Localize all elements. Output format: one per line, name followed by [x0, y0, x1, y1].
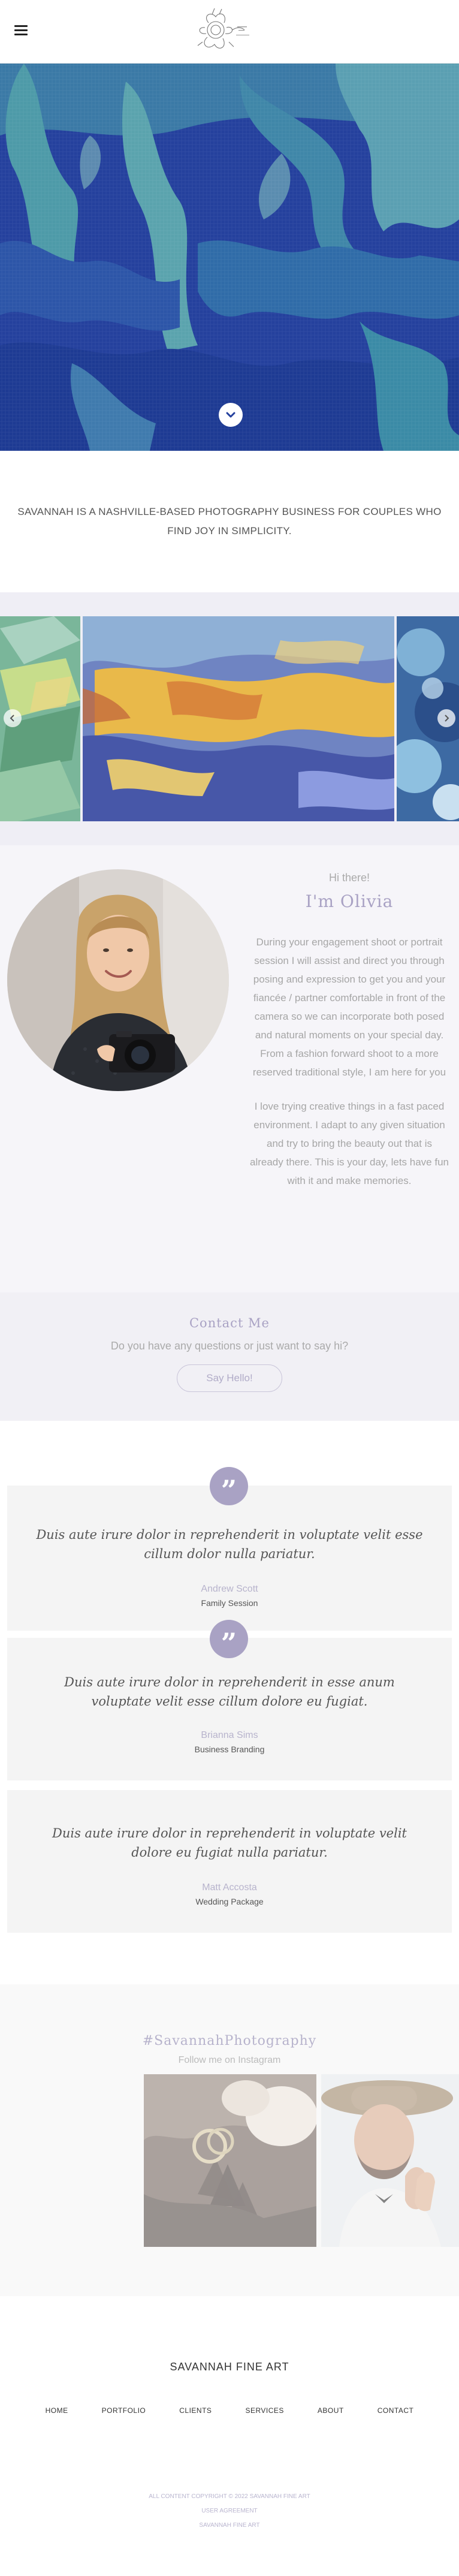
footer-nav: HOME PORTFOLIO CLIENTS SERVICES ABOUT CO…: [0, 2406, 459, 2415]
chevron-right-icon: [445, 715, 449, 722]
photographer-portrait: [7, 869, 229, 1091]
say-hello-button[interactable]: Say Hello!: [177, 1364, 282, 1392]
about-greeting: Hi there!: [328, 872, 370, 884]
testimonial-role: Wedding Package: [195, 1897, 264, 1906]
instagram-section: #SavannahPhotography Follow me on Instag…: [0, 1984, 459, 2296]
quote-icon: ”: [210, 1620, 248, 1659]
instagram-image-groom[interactable]: [321, 2074, 459, 2247]
contact-question: Do you have any questions or just want t…: [110, 1340, 349, 1352]
testimonial-role: Business Branding: [194, 1745, 265, 1754]
instagram-image-rings[interactable]: [144, 2074, 316, 2247]
site-footer: SAVANNAH FINE ART HOME PORTFOLIO CLIENTS…: [0, 2296, 459, 2576]
testimonial-quote: Duis aute irure dolor in reprehenderit i…: [52, 1826, 407, 1860]
testimonial-name: Matt Accosta: [202, 1882, 257, 1893]
about-paragraph-2: I love trying creative things in a fast …: [250, 1101, 449, 1186]
site-header: [0, 0, 459, 64]
testimonial-name: Brianna Sims: [201, 1730, 258, 1740]
footer-nav-about[interactable]: ABOUT: [318, 2406, 344, 2415]
intro-section: SAVANNAH IS A NASHVILLE-BASED PHOTOGRAPH…: [0, 451, 459, 592]
hero-painting: [0, 64, 459, 451]
about-text-block: Hi there! I'm Olivia During your engagem…: [249, 872, 449, 1190]
scroll-down-button[interactable]: [219, 403, 243, 427]
testimonial-card: Duis aute irure dolor in reprehenderit i…: [7, 1790, 452, 1933]
contact-section: Contact Me Do you have any questions or …: [0, 1292, 459, 1421]
footer-nav-home[interactable]: HOME: [46, 2406, 68, 2415]
chevron-left-icon: [10, 715, 14, 722]
contact-title: Contact Me: [189, 1316, 270, 1330]
gallery-image-1[interactable]: [0, 616, 80, 821]
gallery-slider: [0, 616, 459, 821]
about-title: I'm Olivia: [305, 891, 394, 911]
instagram-title[interactable]: #SavannahPhotography: [0, 2033, 459, 2048]
testimonial-quote: Duis aute irure dolor in reprehenderit i…: [36, 1527, 423, 1561]
footer-copyright: ALL CONTENT COPYRIGHT © 2022 SAVANNAH FI…: [149, 2493, 310, 2500]
gallery-prev-button[interactable]: [4, 709, 22, 727]
intro-text: SAVANNAH IS A NASHVILLE-BASED PHOTOGRAPH…: [17, 506, 442, 537]
testimonial-card: Duis aute irure dolor in reprehenderit i…: [7, 1486, 452, 1631]
chevron-down-icon: [226, 412, 235, 418]
gallery-image-3[interactable]: [397, 616, 459, 821]
footer-nav-clients[interactable]: CLIENTS: [179, 2406, 212, 2415]
about-section: Hi there! I'm Olivia During your engagem…: [0, 845, 459, 1292]
instagram-subtitle: Follow me on Instagram: [178, 2055, 281, 2065]
footer-user-agreement-link[interactable]: USER AGREEMENT: [0, 2504, 459, 2518]
footer-nav-portfolio[interactable]: PORTFOLIO: [102, 2406, 146, 2415]
testimonial-quote: Duis aute irure dolor in reprehenderit i…: [64, 1675, 395, 1709]
about-paragraph-1: During your engagement shoot or portrait…: [252, 936, 446, 1078]
testimonial-role: Family Session: [201, 1598, 258, 1608]
floral-logo-icon[interactable]: [191, 6, 268, 58]
footer-brand-link[interactable]: SAVANNAH FINE ART: [0, 2518, 459, 2533]
footer-nav-contact[interactable]: CONTACT: [378, 2406, 414, 2415]
footer-brand[interactable]: SAVANNAH FINE ART: [0, 2361, 459, 2373]
gallery-next-button[interactable]: [437, 709, 455, 727]
quote-icon: ”: [210, 1467, 248, 1507]
footer-nav-services[interactable]: SERVICES: [245, 2406, 283, 2415]
testimonials-section: ” Duis aute irure dolor in reprehenderit…: [0, 1421, 459, 1984]
testimonial-name: Andrew Scott: [201, 1584, 258, 1594]
footer-copyright-block: ALL CONTENT COPYRIGHT © 2022 SAVANNAH FI…: [0, 2490, 459, 2533]
gallery-image-2[interactable]: [83, 616, 394, 821]
hamburger-menu-icon[interactable]: [14, 25, 28, 36]
